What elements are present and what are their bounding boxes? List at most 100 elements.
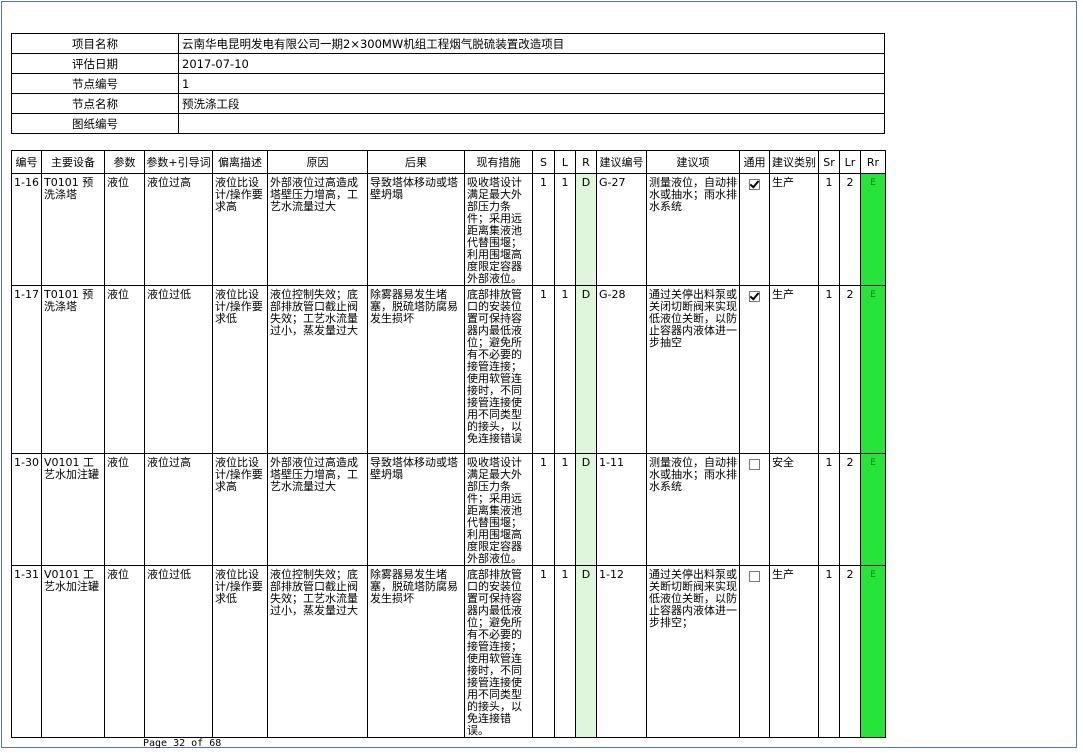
info-label: 项目名称 (11, 33, 179, 54)
column-header: 参数+引导词 (144, 150, 213, 174)
cell-general (739, 173, 770, 286)
column-header: Sr (818, 150, 840, 174)
cell-rr: E (860, 565, 886, 738)
table-row: 1-30 V0101 工艺水加注罐 液位 液位过高 液位比设计/操作要求高 外部液位过高造… (11, 453, 886, 566)
table-row: 1-16 T0101 预洗涤塔 液位 液位过高 液位比设计/操作要求高 外部液位过高造成塔… (11, 173, 886, 286)
cell-cause: 液位控制失效；底部排放管口截止阀失效；工艺水流量过小，蒸发量过大 (267, 285, 368, 454)
cell-guide: 液位过高 (144, 453, 213, 566)
info-row: 图纸编号 (11, 113, 885, 134)
cell-id: 1-31 (11, 565, 42, 738)
cell-rec-id: G-28 (596, 285, 647, 454)
cell-guide: 液位过低 (144, 565, 213, 738)
cell-r: D (575, 565, 597, 738)
general-checkbox[interactable] (749, 571, 760, 582)
column-header: 建议项 (646, 150, 740, 174)
cell-param: 液位 (104, 565, 145, 738)
cell-deviation: 液位比设计/操作要求高 (212, 453, 268, 566)
info-row: 节点编号 1 (11, 73, 885, 94)
column-header: 偏离描述 (212, 150, 268, 174)
cell-equipment: V0101 工艺水加注罐 (41, 565, 105, 738)
cell-consequence: 除雾器易发生堵塞，脱硫塔防腐易发生损坏 (367, 565, 465, 738)
cell-lr: 2 (839, 173, 861, 286)
column-header: R (575, 150, 597, 174)
cell-consequence: 导致塔体移动或塔壁坍塌 (367, 453, 465, 566)
cell-rr: E (860, 453, 886, 566)
column-header: 通用 (739, 150, 770, 174)
info-value: 预洗涤工段 (178, 93, 885, 114)
header-row: 编号 主要设备 参数 参数+引导词 偏离描述 原因 后果 现有措施 S L R 建议编号 建议项 通用 建议… (11, 150, 886, 174)
cell-rr: E (860, 285, 886, 454)
general-checkbox[interactable] (749, 459, 760, 470)
column-header: Lr (839, 150, 861, 174)
cell-param: 液位 (104, 453, 145, 566)
cell-category: 生产 (769, 173, 819, 286)
cell-cause: 外部液位过高造成塔壁压力增高，工艺水流量过大 (267, 453, 368, 566)
info-value: 2017-07-10 (178, 53, 885, 74)
table-row: 1-31 V0101 工艺水加注罐 液位 液位过低 液位比设计/操作要求低 液位控制失效；… (11, 565, 886, 738)
info-row: 评估日期 2017-07-10 (11, 53, 885, 74)
cell-l: 1 (554, 173, 576, 286)
cell-deviation: 液位比设计/操作要求低 (212, 285, 268, 454)
cell-equipment: T0101 预洗涤塔 (41, 285, 105, 454)
cell-consequence: 导致塔体移动或塔壁坍塌 (367, 173, 465, 286)
general-checkbox[interactable] (749, 179, 760, 190)
hazop-table: 编号 主要设备 参数 参数+引导词 偏离描述 原因 后果 现有措施 S L R 建议编号 建议项 通用 建议… (11, 150, 886, 738)
cell-category: 生产 (769, 285, 819, 454)
cell-s: 1 (532, 565, 555, 738)
cell-param: 液位 (104, 173, 145, 286)
info-value: 1 (178, 73, 885, 94)
cell-measures: 吸收塔设计满足最大外部压力条件；采用远距离集液池代替围堰；利用围堰高度限定容器外… (464, 453, 533, 566)
page-footer: Page 32 of 68 (143, 738, 222, 749)
cell-general (739, 565, 770, 738)
info-value: 云南华电昆明发电有限公司一期2×300MW机组工程烟气脱硫装置改造项目 (178, 33, 885, 54)
cell-param: 液位 (104, 285, 145, 454)
info-label: 评估日期 (11, 53, 179, 74)
column-header: Rr (860, 150, 886, 174)
cell-l: 1 (554, 565, 576, 738)
cell-s: 1 (532, 173, 555, 286)
cell-sr: 1 (818, 173, 840, 286)
column-header: 建议类别 (769, 150, 819, 174)
cell-deviation: 液位比设计/操作要求低 (212, 565, 268, 738)
column-header: 现有措施 (464, 150, 533, 174)
cell-measures: 底部排放管口的安装位置可保持容器内最低液位；避免所有不必要的接管连接；使用软管连… (464, 565, 533, 738)
cell-guide: 液位过高 (144, 173, 213, 286)
cell-r: D (575, 285, 597, 454)
cell-cause: 外部液位过高造成塔壁压力增高，工艺水流量过大 (267, 173, 368, 286)
cell-measures: 底部排放管口的安装位置可保持容器内最低液位；避免所有不必要的接管连接；使用软管连… (464, 285, 533, 454)
cell-r: D (575, 173, 597, 286)
cell-rec: 通过关停出料泵或关断切断阀来实现低液位关断，以防止容器内液体进一步排空； (646, 565, 740, 738)
cell-id: 1-17 (11, 285, 42, 454)
cell-l: 1 (554, 453, 576, 566)
info-label: 节点编号 (11, 73, 179, 94)
column-header: 建议编号 (596, 150, 647, 174)
cell-sr: 1 (818, 565, 840, 738)
general-checkbox[interactable] (749, 291, 760, 302)
cell-general (739, 285, 770, 454)
cell-rec: 测量液位，自动排水或抽水；雨水排水系统 (646, 453, 740, 566)
cell-sr: 1 (818, 453, 840, 566)
column-header: 参数 (104, 150, 145, 174)
cell-rr: E (860, 173, 886, 286)
cell-sr: 1 (818, 285, 840, 454)
cell-rec-id: 1-12 (596, 565, 647, 738)
cell-measures: 吸收塔设计满足最大外部压力条件；采用远距离集液池代替围堰；利用围堰高度限定容器外… (464, 173, 533, 286)
cell-lr: 2 (839, 285, 861, 454)
cell-rec: 通过关停出料泵或关闭切断阀来实现低液位关断，以防止容器内液体进一步抽空 (646, 285, 740, 454)
project-info-table: 项目名称 云南华电昆明发电有限公司一期2×300MW机组工程烟气脱硫装置改造项目评… (11, 33, 885, 134)
cell-cause: 液位控制失效；底部排放管口截止阀失效；工艺水流量过小，蒸发量过大 (267, 565, 368, 738)
cell-l: 1 (554, 285, 576, 454)
cell-deviation: 液位比设计/操作要求高 (212, 173, 268, 286)
cell-consequence: 除雾器易发生堵塞，脱硫塔防腐易发生损坏 (367, 285, 465, 454)
info-value (178, 113, 885, 134)
cell-rec-id: G-27 (596, 173, 647, 286)
column-header: S (532, 150, 555, 174)
cell-lr: 2 (839, 453, 861, 566)
info-label: 节点名称 (11, 93, 179, 114)
table-row: 1-17 T0101 预洗涤塔 液位 液位过低 液位比设计/操作要求低 液位控制失效；底部… (11, 285, 886, 454)
cell-id: 1-30 (11, 453, 42, 566)
cell-general (739, 453, 770, 566)
cell-equipment: T0101 预洗涤塔 (41, 173, 105, 286)
cell-rec: 测量液位，自动排水或抽水；雨水排水系统 (646, 173, 740, 286)
column-header: 原因 (267, 150, 368, 174)
